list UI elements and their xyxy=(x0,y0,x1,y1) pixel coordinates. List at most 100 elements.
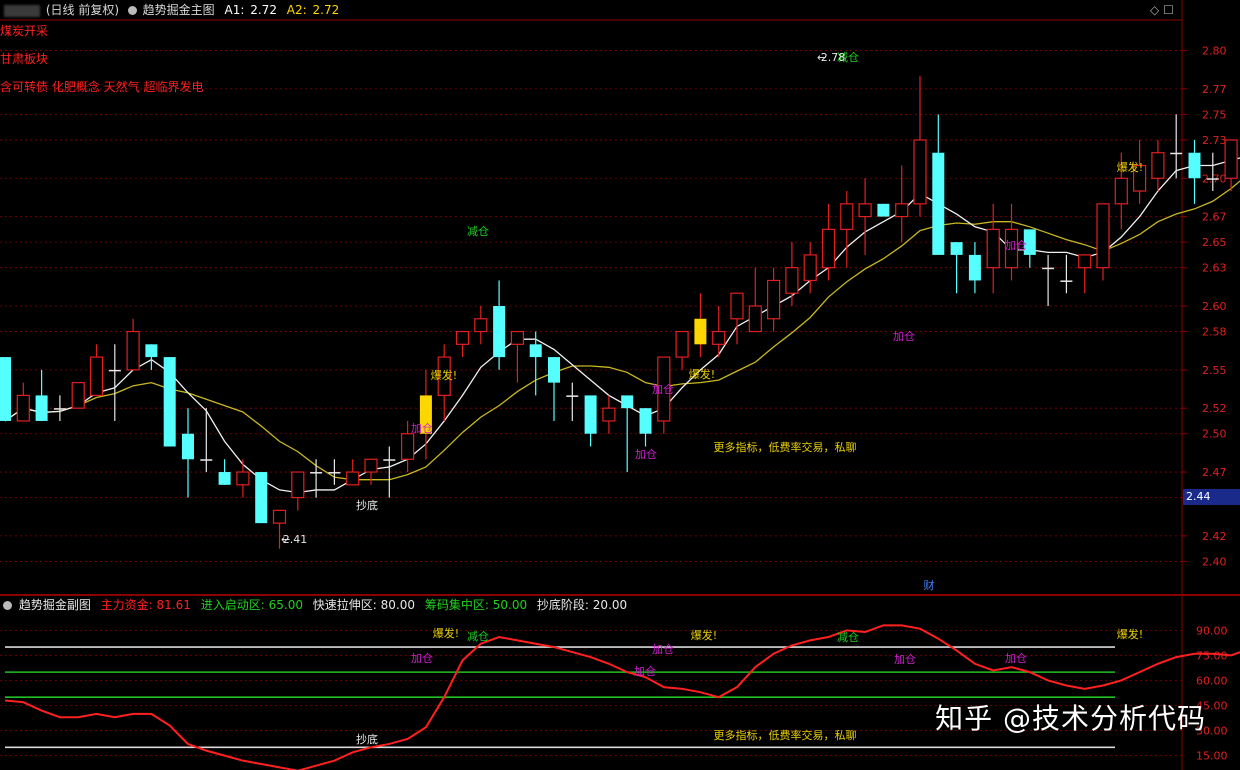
sub-indicator-name[interactable]: 趋势掘金副图 xyxy=(19,598,91,612)
legend-main-fund: 主力资金: 81.61 xyxy=(100,598,191,612)
candle-body xyxy=(0,357,11,421)
candle-body xyxy=(182,433,194,460)
sub-annotation: 抄底 xyxy=(356,732,378,746)
candle-body xyxy=(71,382,85,409)
candle-body xyxy=(566,395,579,397)
candle-body xyxy=(1206,178,1219,180)
candle xyxy=(71,382,85,409)
price-tick-label: 2.80 xyxy=(1202,45,1227,58)
chart-annotation: 减仓 xyxy=(467,224,489,238)
sub-annotation: 更多指标，低费率交易，私聊 xyxy=(714,728,857,742)
candle-body xyxy=(529,344,542,358)
candle-body xyxy=(766,279,781,320)
chart-annotation: 爆发! xyxy=(689,367,715,381)
candle xyxy=(236,459,250,498)
candle-body xyxy=(291,471,305,499)
price-tick-label: 2.58 xyxy=(1202,326,1227,339)
candle-body xyxy=(858,203,872,218)
chart-annotation: 抄底 xyxy=(356,498,378,512)
candle xyxy=(419,369,432,460)
candle-body xyxy=(968,254,981,281)
sub-annotation: 加仓 xyxy=(1005,651,1027,665)
legend-chip-zone: 筹码集中区: 50.00 xyxy=(424,598,528,612)
candle-body xyxy=(383,459,396,461)
candle xyxy=(218,459,231,485)
candle xyxy=(0,357,11,421)
sub-annotation: 爆发! xyxy=(433,626,459,640)
watermark: 知乎 @技术分析代码 xyxy=(935,702,1206,735)
candle xyxy=(291,471,305,511)
sub-annotation: 减仓 xyxy=(467,629,489,643)
candle xyxy=(455,330,470,358)
sub-annotation: 爆发! xyxy=(691,628,717,642)
candle-body xyxy=(126,330,140,371)
chart-annotation: 加仓 xyxy=(411,421,433,435)
price-chart[interactable]: 2.802.772.752.732.702.672.652.632.602.58… xyxy=(0,0,1240,770)
candle-body xyxy=(474,318,488,333)
candle-body xyxy=(895,203,909,218)
legend-bottom-phase: 抄底阶段: 20.00 xyxy=(536,598,628,612)
candle xyxy=(548,357,560,421)
price-tick-label: 2.73 xyxy=(1202,134,1227,147)
candle xyxy=(53,395,66,421)
candle xyxy=(16,382,30,422)
candle-body xyxy=(455,330,470,345)
candle-body xyxy=(346,471,360,486)
chart-annotation: 更多指标，低费率交易，私聊 xyxy=(714,440,857,454)
current-price-tag: 2.44 xyxy=(1183,489,1240,505)
candle xyxy=(895,165,909,243)
candle-body xyxy=(364,458,378,473)
candle xyxy=(364,458,378,485)
candle xyxy=(1188,139,1201,204)
settings-icon[interactable] xyxy=(3,601,12,610)
price-tick-label: 2.42 xyxy=(1202,530,1227,543)
candle xyxy=(1042,254,1055,306)
chart-annotation: 加仓 xyxy=(1005,238,1027,252)
sub-annotation: 加仓 xyxy=(411,651,433,665)
candle-body xyxy=(89,356,104,397)
candle xyxy=(821,203,836,281)
candle xyxy=(913,76,927,217)
price-tick-label: 2.77 xyxy=(1202,83,1227,96)
candle xyxy=(730,292,744,345)
legend-start-zone: 进入启动区: 65.00 xyxy=(200,598,303,612)
candle xyxy=(89,344,104,397)
candle xyxy=(748,267,762,333)
candle-body xyxy=(986,228,1000,269)
candle-body xyxy=(840,203,854,230)
candle-body xyxy=(1170,152,1183,155)
price-tick-label: 2.55 xyxy=(1202,364,1227,377)
candle xyxy=(840,191,854,268)
candle xyxy=(510,330,524,383)
candle xyxy=(858,178,872,255)
sub-annotation: 减仓 xyxy=(837,630,859,644)
candle xyxy=(712,306,726,358)
candle-body xyxy=(310,472,323,474)
candle-body xyxy=(730,292,744,320)
candle-body xyxy=(272,509,287,524)
chart-annotation: 爆发! xyxy=(431,368,457,382)
candle-body xyxy=(1151,152,1165,179)
candle xyxy=(1151,139,1165,192)
candle-body xyxy=(548,357,560,383)
price-tick-label: 2.52 xyxy=(1202,402,1227,415)
candle xyxy=(35,369,48,421)
candle xyxy=(639,408,652,447)
price-tick-label: 2.65 xyxy=(1202,236,1227,249)
high-arrow-icon: ← xyxy=(817,51,826,64)
sub-tick-label: 90.00 xyxy=(1196,624,1228,637)
price-tick-label: 2.50 xyxy=(1202,428,1227,441)
candle xyxy=(694,293,707,358)
candle xyxy=(163,357,176,447)
candle-body xyxy=(16,394,30,422)
candle xyxy=(108,344,121,421)
candle-body xyxy=(639,408,652,434)
candle xyxy=(474,306,488,345)
candle xyxy=(1096,203,1110,281)
candle xyxy=(255,472,268,524)
chart-annotation: 加仓 xyxy=(893,329,915,343)
candle-body xyxy=(748,305,762,333)
candle-body xyxy=(53,408,66,410)
price-tick-label: 2.75 xyxy=(1202,108,1227,121)
candle-body xyxy=(675,330,689,358)
